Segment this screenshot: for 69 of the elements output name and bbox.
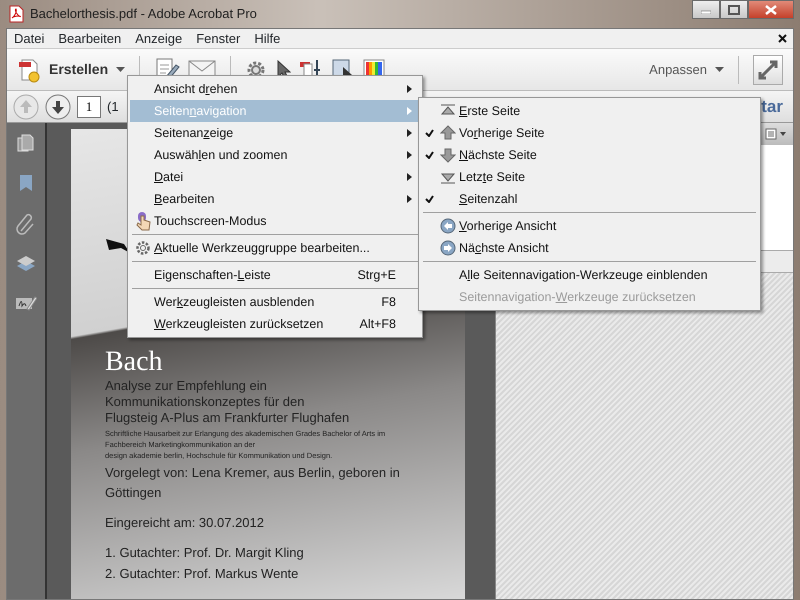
check-icon [424, 195, 434, 203]
maximize-icon [728, 4, 740, 14]
menu-item[interactable]: Datei [7, 28, 52, 48]
menu-item[interactable]: Werkzeugleisten ausblenden F8 [130, 291, 420, 313]
shortcut-text: F8 [381, 294, 396, 311]
menu-item[interactable]: Touchscreen-Modus [130, 210, 420, 232]
document-title: Bach [105, 347, 163, 378]
shortcut-text: Alt+F8 [360, 316, 396, 333]
maximize-button[interactable] [720, 0, 748, 19]
submenu-arrow-icon [407, 107, 412, 115]
list-options-icon [765, 128, 787, 140]
document-text: Göttingen [105, 484, 162, 502]
document-text: Eingereicht am: 30.07.2012 [105, 515, 264, 532]
menu-item[interactable]: Werkzeugleisten zurücksetzen Alt+F8 [130, 313, 420, 335]
menu-item[interactable]: Nächste Seite [421, 144, 758, 166]
submenu-arrow-icon [407, 85, 412, 93]
customize-button[interactable]: Anpassen [649, 60, 707, 80]
menu-item[interactable]: Bearbeiten [51, 28, 128, 48]
menu-item[interactable]: Eigenschaften-Leiste Strg+E [130, 264, 420, 286]
menu-item[interactable]: Datei [130, 166, 420, 188]
gear-icon [135, 240, 151, 256]
menu-item[interactable]: Aktuelle Werkzeuggruppe bearbeiten... [130, 237, 420, 259]
menu-item[interactable]: Alle Seitennavigation-Werkzeuge einblenden [421, 264, 758, 286]
check-icon [424, 129, 434, 137]
down-arrow-button[interactable] [45, 94, 71, 120]
page-number-field[interactable]: 1 [77, 96, 101, 118]
caret-icon [116, 66, 126, 72]
document-text: 2. Gutachter: Prof. Markus Wente [105, 566, 298, 582]
menu-item[interactable]: Bearbeiten [130, 188, 420, 210]
pdf-file-icon [8, 5, 24, 23]
check-icon [424, 151, 434, 159]
menu-item[interactable]: Seitenanzeige [130, 122, 420, 144]
full-screen-button[interactable] [753, 54, 783, 84]
submenu-arrow-icon [407, 129, 412, 137]
menu-item[interactable]: Hilfe [247, 28, 288, 48]
menu-item[interactable]: Letzte Seite [421, 166, 758, 188]
document-text: Flugsteig A-Plus am Frankfurter Flughafen [105, 410, 350, 427]
document-star-icon [17, 56, 41, 82]
pointing-hand-icon [134, 211, 152, 231]
window-title: Bachelorthesis.pdf - Adobe Acrobat Pro [30, 5, 257, 24]
up-arrow-icon [440, 125, 456, 141]
minimize-button[interactable] [692, 0, 720, 19]
close-document-icon [778, 34, 787, 43]
menu-item[interactable]: Ansicht drehen [130, 78, 420, 100]
menu-item[interactable]: Fenster [189, 28, 248, 48]
page-count: (1 [107, 98, 119, 116]
submenu-arrow-icon [407, 195, 412, 203]
document-text: 1. Gutachter: Prof. Dr. Margit Kling [105, 545, 304, 562]
close-button[interactable] [748, 0, 794, 19]
create-button[interactable]: Erstellen [17, 56, 126, 82]
comment-tab[interactable]: tar [761, 94, 783, 120]
menu-item: Seitennavigation-Werkzeuge zurücksetzen [458, 288, 697, 306]
down-arrow-icon [440, 147, 456, 163]
close-icon [765, 4, 777, 14]
shortcut-text: Strg+E [357, 266, 396, 284]
document-text: Vorgelegt von: Lena Kremer, aus Berlin, geboren in [105, 464, 400, 481]
expand-arrows-icon [758, 60, 778, 80]
menu-item[interactable]: Vorherige Ansicht [421, 215, 758, 237]
menu-item[interactable]: Vorherige Seite [421, 122, 758, 144]
submenu-arrow-icon [407, 173, 412, 181]
menu-item[interactable]: Anzeige [128, 28, 190, 48]
menu-item[interactable]: Erste Seite [421, 100, 758, 122]
menu-item[interactable]: Seitenzahl [421, 188, 758, 210]
document-text: Kommunikationskonzeptes für den [105, 394, 304, 410]
menu-item[interactable]: Auswählen und zoomen [130, 144, 420, 166]
submenu-arrow-icon [407, 151, 412, 159]
document-text: Analyse zur Empfehlung ein [105, 378, 267, 394]
menu-item[interactable]: Nächste Ansicht [421, 237, 758, 259]
caret-icon [715, 66, 724, 72]
